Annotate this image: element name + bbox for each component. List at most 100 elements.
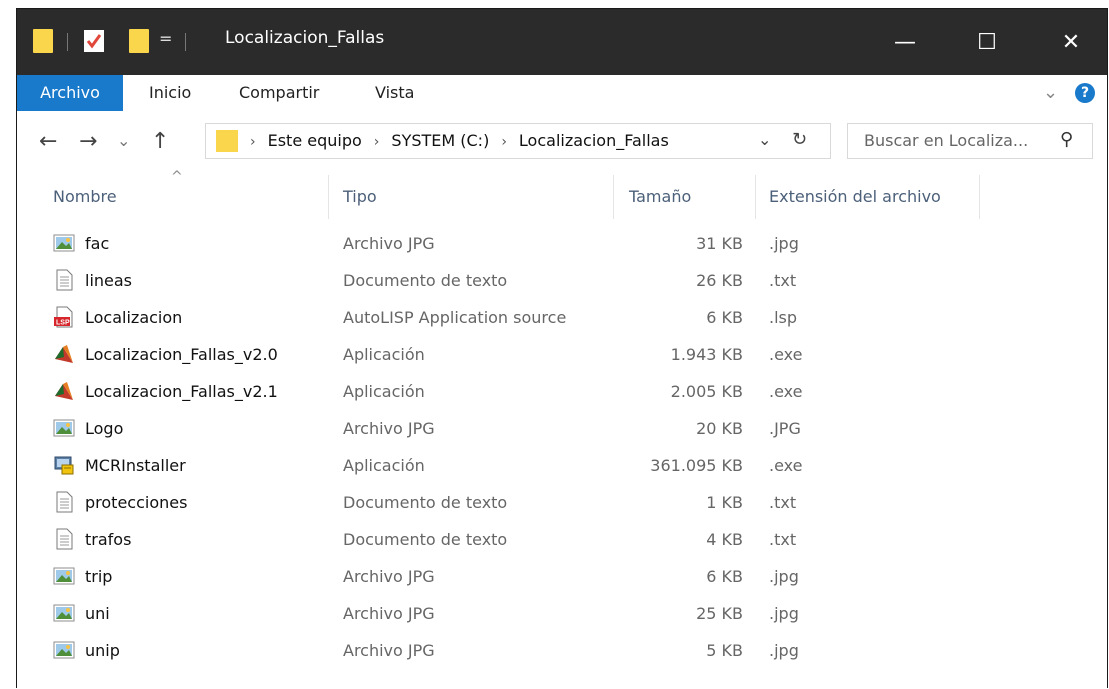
breadcrumb-este-equipo[interactable]: Este equipo [268, 131, 362, 150]
file-name: uni [85, 604, 110, 623]
file-row[interactable]: trafos Documento de texto 4 KB .txt [17, 523, 1107, 560]
file-size: 5 KB [706, 641, 743, 660]
file-type: Aplicación [343, 382, 425, 401]
file-type: Aplicación [343, 345, 425, 364]
file-size: 6 KB [706, 308, 743, 327]
column-header-tamano[interactable]: Tamaño [629, 175, 691, 219]
breadcrumb-system-c[interactable]: SYSTEM (C:) [391, 131, 489, 150]
matlab-app-icon [53, 343, 75, 365]
file-name: Localizacion_Fallas_v2.0 [85, 345, 278, 364]
file-name: MCRInstaller [85, 456, 186, 475]
minimize-button[interactable]: — [869, 9, 941, 75]
file-size: 4 KB [706, 530, 743, 549]
file-name: Localizacion [85, 308, 183, 327]
file-extension: .JPG [769, 419, 801, 438]
column-header-nombre[interactable]: Nombre [53, 175, 117, 219]
tab-archivo[interactable]: Archivo [17, 75, 123, 111]
tab-compartir[interactable]: Compartir [239, 75, 319, 111]
file-size: 1.943 KB [670, 345, 743, 364]
file-row[interactable]: Localizacion_Fallas_v2.0 Aplicación 1.943 … [17, 338, 1107, 375]
properties-icon[interactable] [83, 29, 105, 57]
image-file-icon [53, 232, 75, 254]
help-icon[interactable]: ? [1075, 83, 1095, 103]
file-extension: .jpg [769, 604, 799, 623]
address-dropdown-icon[interactable]: ⌄ [758, 130, 771, 149]
file-row[interactable]: trip Archivo JPG 6 KB .jpg [17, 560, 1107, 597]
window-title: Localizacion_Fallas [225, 28, 385, 48]
close-button[interactable]: ✕ [1035, 9, 1107, 75]
explorer-window: = Localizacion_Fallas — ☐ ✕ Archivo Inic… [16, 8, 1108, 688]
installer-icon [53, 454, 75, 476]
file-extension: .exe [769, 382, 803, 401]
file-row[interactable]: protecciones Documento de texto 1 KB .txt [17, 486, 1107, 523]
maximize-button[interactable]: ☐ [951, 9, 1023, 75]
file-name: trip [85, 567, 113, 586]
text-file-icon [53, 491, 75, 513]
sort-ascending-icon: ^ [171, 169, 183, 185]
file-extension: .exe [769, 345, 803, 364]
ribbon-expand-icon[interactable]: ⌄ [1043, 75, 1058, 111]
file-row[interactable]: fac Archivo JPG 31 KB .jpg [17, 227, 1107, 264]
file-extension: .jpg [769, 641, 799, 660]
file-row[interactable]: Logo Archivo JPG 20 KB .JPG [17, 412, 1107, 449]
column-header-extension[interactable]: Extensión del archivo [769, 175, 941, 219]
file-name: trafos [85, 530, 132, 549]
file-row[interactable]: unip Archivo JPG 5 KB .jpg [17, 634, 1107, 671]
file-extension: .txt [769, 493, 797, 512]
file-name: protecciones [85, 493, 188, 512]
image-file-icon [53, 417, 75, 439]
file-name: Logo [85, 419, 124, 438]
file-type: AutoLISP Application source [343, 308, 567, 327]
recent-locations-icon[interactable]: ⌄ [117, 131, 130, 150]
address-bar[interactable]: › Este equipo › SYSTEM (C:) › Localizacion_Fa… [205, 123, 831, 159]
svg-text:LSP: LSP [56, 320, 70, 327]
tab-inicio[interactable]: Inicio [149, 75, 191, 111]
qat-separator [67, 33, 68, 51]
file-type: Documento de texto [343, 271, 508, 290]
file-type: Archivo JPG [343, 234, 435, 253]
breadcrumb: › Este equipo › SYSTEM (C:) › Localizacion_Fa… [250, 131, 669, 150]
breadcrumb-localizacion-fallas[interactable]: Localizacion_Fallas [519, 131, 669, 150]
file-size: 1 KB [706, 493, 743, 512]
file-row[interactable]: lineas Documento de texto 26 KB .txt [17, 264, 1107, 301]
qat-customize-icon[interactable]: = [159, 29, 172, 48]
forward-button[interactable]: → [79, 129, 97, 154]
column-divider[interactable] [613, 175, 614, 219]
file-type: Archivo JPG [343, 419, 435, 438]
file-size: 2.005 KB [670, 382, 743, 401]
file-extension: .jpg [769, 567, 799, 586]
file-row[interactable]: MCRInstaller Aplicación 361.095 KB .exe [17, 449, 1107, 486]
column-divider[interactable] [979, 175, 980, 219]
text-file-icon [53, 269, 75, 291]
back-button[interactable]: ← [39, 129, 57, 154]
search-input[interactable]: Buscar en Localiza... ⚲ [847, 123, 1093, 159]
text-file-icon [53, 528, 75, 550]
title-bar: = Localizacion_Fallas — ☐ ✕ [17, 9, 1107, 75]
up-button[interactable]: ↑ [151, 129, 169, 154]
refresh-icon[interactable]: ↻ [792, 129, 807, 150]
file-extension: .exe [769, 456, 803, 475]
file-type: Archivo JPG [343, 641, 435, 660]
file-size: 26 KB [696, 271, 743, 290]
column-header-tipo[interactable]: Tipo [343, 175, 377, 219]
file-size: 6 KB [706, 567, 743, 586]
new-folder-icon[interactable] [129, 29, 149, 53]
column-headers: ^ Nombre Tipo Tamaño Extensión del archi… [17, 169, 1107, 219]
file-type: Documento de texto [343, 493, 508, 512]
ribbon-tabs: Archivo Inicio Compartir Vista ⌄ ? [17, 75, 1107, 112]
file-size: 25 KB [696, 604, 743, 623]
image-file-icon [53, 639, 75, 661]
file-row[interactable]: LSP Localizacion AutoLISP Application sour… [17, 301, 1107, 338]
tab-vista[interactable]: Vista [375, 75, 414, 111]
file-name: lineas [85, 271, 133, 290]
lisp-file-icon: LSP [53, 306, 75, 328]
breadcrumb-separator: › [373, 134, 380, 150]
column-divider[interactable] [755, 175, 756, 219]
qat-separator [185, 33, 186, 51]
column-divider[interactable] [328, 175, 329, 219]
file-row[interactable]: uni Archivo JPG 25 KB .jpg [17, 597, 1107, 634]
file-size: 31 KB [696, 234, 743, 253]
file-row[interactable]: Localizacion_Fallas_v2.1 Aplicación 2.005 … [17, 375, 1107, 412]
file-name: unip [85, 641, 120, 660]
file-name: fac [85, 234, 110, 253]
